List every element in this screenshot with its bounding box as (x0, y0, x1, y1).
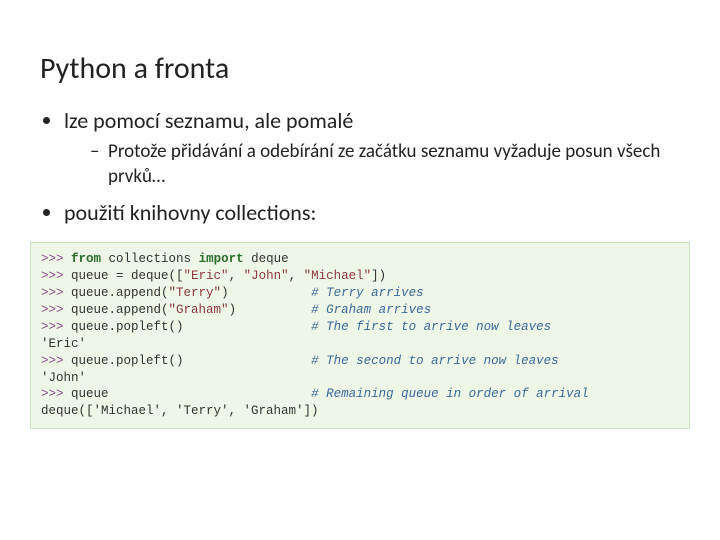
code-text: deque (244, 252, 289, 266)
comment: # Terry arrives (311, 286, 424, 300)
code-text: ) (221, 286, 311, 300)
prompt: >>> (41, 303, 64, 317)
code-output: 'John' (41, 371, 86, 385)
comment: # Remaining queue in order of arrival (311, 387, 589, 401)
code-text: queue.popleft() (64, 320, 312, 334)
string: "John" (244, 269, 289, 283)
slide: Python a fronta lze pomocí seznamu, ale … (0, 0, 720, 540)
prompt: >>> (41, 320, 64, 334)
code-text: ) (229, 303, 312, 317)
code-text: queue (64, 387, 312, 401)
kw-from: from (71, 252, 101, 266)
bullet-list: lze pomocí seznamu, ale pomalé Protože p… (64, 107, 680, 226)
prompt: >>> (41, 269, 64, 283)
bullet-1: lze pomocí seznamu, ale pomalé Protože p… (64, 107, 680, 189)
code-text: queue.popleft() (64, 354, 312, 368)
slide-title: Python a fronta (40, 50, 680, 87)
comment: # Graham arrives (311, 303, 431, 317)
comment: # The second to arrive now leaves (311, 354, 559, 368)
code-text: ]) (371, 269, 386, 283)
comment: # The first to arrive now leaves (311, 320, 551, 334)
prompt: >>> (41, 252, 64, 266)
kw-import: import (199, 252, 244, 266)
prompt: >>> (41, 286, 64, 300)
prompt: >>> (41, 354, 64, 368)
bullet-2: použití knihovny collections: (64, 199, 680, 226)
code-output: deque(['Michael', 'Terry', 'Graham']) (41, 404, 319, 418)
code-text: queue = deque([ (64, 269, 184, 283)
sub-bullet-list: Protože přidávání a odebírání ze začátku… (90, 140, 680, 189)
prompt: >>> (41, 387, 64, 401)
code-text: , (229, 269, 244, 283)
string: "Graham" (169, 303, 229, 317)
string: "Eric" (184, 269, 229, 283)
code-text: , (289, 269, 304, 283)
code-output: 'Eric' (41, 337, 86, 351)
bullet-1-text: lze pomocí seznamu, ale pomalé (64, 107, 353, 134)
sub-bullet-1: Protože přidávání a odebírání ze začátku… (90, 140, 680, 189)
string: "Michael" (304, 269, 372, 283)
string: "Terry" (169, 286, 222, 300)
code-text: collections (101, 252, 199, 266)
code-text: queue.append( (64, 303, 169, 317)
code-block: >>> from collections import deque >>> qu… (30, 242, 690, 429)
code-text: queue.append( (64, 286, 169, 300)
